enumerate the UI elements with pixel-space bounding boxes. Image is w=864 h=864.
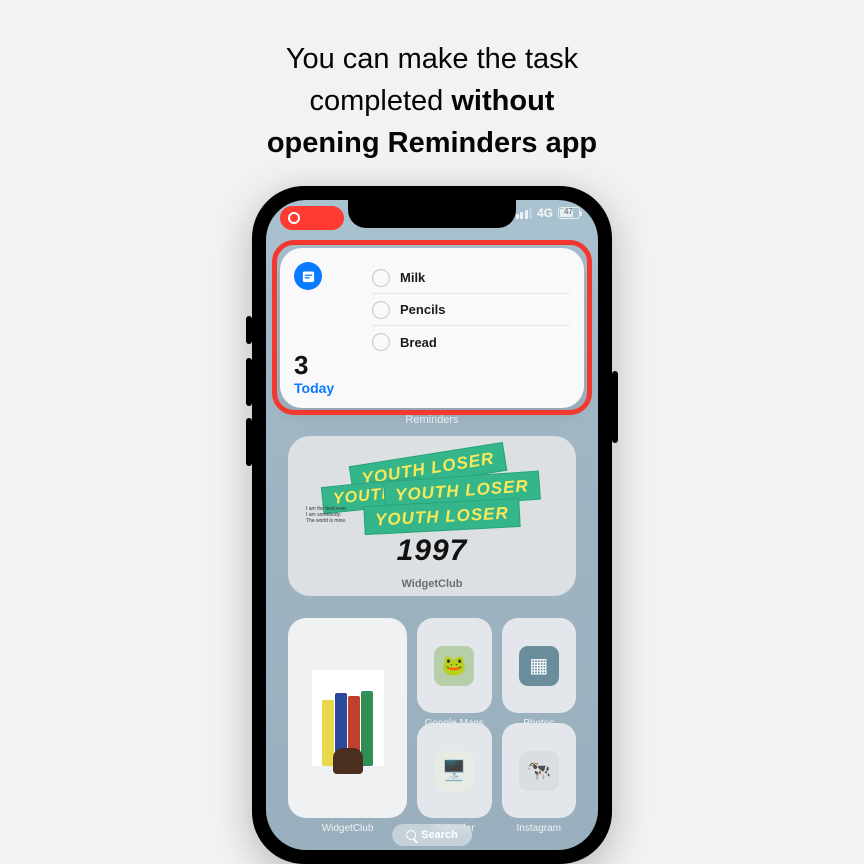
- reminder-item[interactable]: Pencils: [372, 294, 570, 326]
- signal-icon: [516, 208, 532, 219]
- record-icon: [288, 212, 300, 224]
- widgetclub-large-tile[interactable]: WidgetClub: [288, 618, 407, 818]
- widgetclub-caption: WidgetClub: [288, 578, 576, 590]
- books-image: [312, 670, 384, 766]
- today-icon: [294, 262, 322, 290]
- instagram-app[interactable]: 🐄 Instagram: [502, 723, 576, 818]
- volume-up-button[interactable]: [246, 358, 252, 406]
- app-grid: WidgetClub 🐸 Google Maps ▦ Photos 🖥️ Cal…: [288, 618, 576, 818]
- headline: You can make the task completed without …: [267, 38, 597, 164]
- photos-app[interactable]: ▦ Photos: [502, 618, 576, 713]
- year-text: 1997: [397, 534, 468, 568]
- reminder-text: Pencils: [400, 302, 446, 317]
- check-circle-icon[interactable]: [372, 333, 390, 351]
- reminders-list: Milk Pencils Bread: [372, 262, 570, 398]
- retro-computer-icon: 🖥️: [434, 751, 474, 791]
- reminders-widget-caption: Reminders: [266, 414, 598, 426]
- sticker-fineprint: I am the best ever.I am somebody.The wor…: [306, 506, 366, 524]
- app-label: Instagram: [502, 823, 576, 834]
- mute-switch[interactable]: [246, 316, 252, 344]
- check-circle-icon[interactable]: [372, 269, 390, 287]
- network-type: 4G: [537, 206, 553, 220]
- notch: [348, 200, 516, 228]
- spotlight-search[interactable]: Search: [392, 824, 472, 846]
- today-label: Today: [294, 380, 358, 396]
- reminders-count: 3: [294, 352, 358, 378]
- headline-line2b: without: [451, 85, 554, 117]
- phone-screen: 4G 47 3 Today Milk P: [266, 200, 598, 850]
- screen-record-pill[interactable]: [280, 206, 344, 230]
- reminder-item[interactable]: Bread: [372, 326, 570, 358]
- volume-down-button[interactable]: [246, 418, 252, 466]
- reminder-text: Milk: [400, 270, 425, 285]
- headline-line1: You can make the task: [286, 43, 578, 75]
- battery-icon: 47: [558, 207, 580, 219]
- calendar-app[interactable]: 🖥️ Calendar: [417, 723, 491, 818]
- reminders-summary: 3 Today: [294, 262, 358, 398]
- cow-icon: 🐄: [519, 751, 559, 791]
- reminders-widget[interactable]: 3 Today Milk Pencils Bread: [280, 248, 584, 408]
- app-label: WidgetClub: [288, 823, 407, 834]
- reminder-text: Bread: [400, 335, 437, 350]
- check-circle-icon[interactable]: [372, 301, 390, 319]
- headline-line3: opening Reminders app: [267, 127, 597, 159]
- headline-line2a: completed: [310, 85, 452, 117]
- power-button[interactable]: [612, 371, 618, 443]
- frog-icon: 🐸: [434, 646, 474, 686]
- battery-pct: 47: [564, 207, 573, 217]
- search-icon: [406, 830, 416, 840]
- widgetclub-widget[interactable]: YOUTH LOSER YOUTH L YOUTH LOSER YOUTH LO…: [288, 436, 576, 596]
- reminder-item[interactable]: Milk: [372, 262, 570, 294]
- google-maps-app[interactable]: 🐸 Google Maps: [417, 618, 491, 713]
- search-label: Search: [421, 829, 458, 841]
- polaroid-icon: ▦: [519, 646, 559, 686]
- phone-frame: 4G 47 3 Today Milk P: [252, 186, 612, 864]
- status-bar: 4G 47: [516, 206, 580, 220]
